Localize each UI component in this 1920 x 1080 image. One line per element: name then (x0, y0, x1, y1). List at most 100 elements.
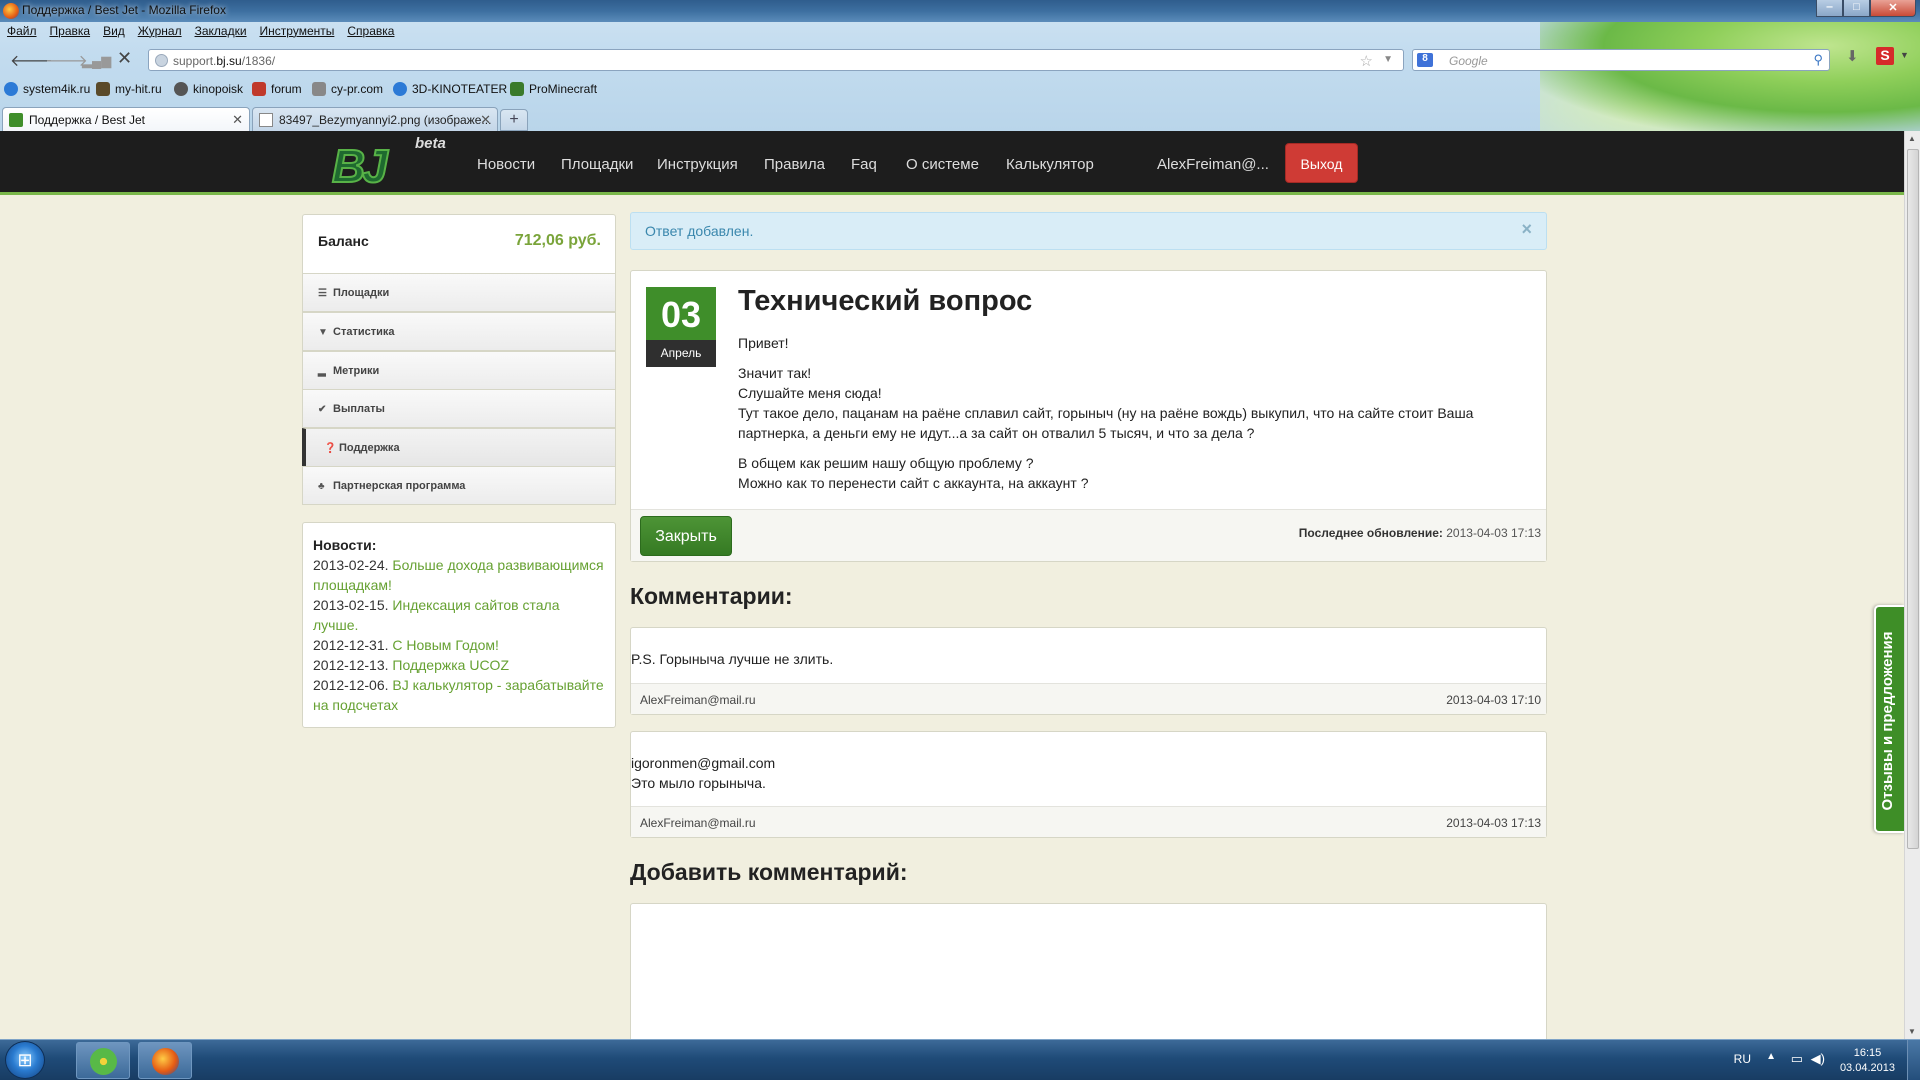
list-icon: ☰ (318, 288, 327, 299)
bookmark-cy-pr[interactable]: cy-pr.com (312, 82, 383, 96)
nav-rules[interactable]: Правила (764, 156, 825, 173)
bj-favicon-icon (9, 113, 23, 127)
logo-mark: BJ (331, 139, 389, 193)
nav-faq[interactable]: Faq (851, 156, 877, 173)
show-desktop-button[interactable] (1907, 1040, 1920, 1080)
feedback-label: Отзывы и предложения (1879, 631, 1896, 811)
news-link[interactable]: С Новым Годом! (392, 637, 499, 653)
bookmark-system4ik[interactable]: system4ik.ru (4, 82, 90, 96)
check-circle-icon: ✔ (318, 404, 327, 415)
ticket-footer: Закрыть Последнее обновление: 2013-04-03… (631, 509, 1546, 561)
sidebar-item-statistics[interactable]: ▼ Статистика (302, 312, 616, 351)
clock[interactable]: 16:15 03.04.2013 (1840, 1046, 1895, 1076)
menu-edit[interactable]: Правка (43, 22, 97, 38)
maximize-button[interactable]: □ (1843, 0, 1870, 17)
stop-icon[interactable]: ✕ (117, 48, 132, 69)
news-item: 2012-12-13. Поддержка UCOZ (313, 657, 509, 673)
google-engine-icon[interactable]: 8 (1417, 53, 1433, 67)
alert-text: Ответ добавлен. (645, 223, 754, 239)
comment-footer: AlexFreiman@mail.ru 2013-04-03 17:10 (631, 683, 1546, 714)
comment-item: igoronmen@gmail.com Это мыло горыныча. Al… (630, 731, 1547, 838)
menu-view[interactable]: Вид (96, 22, 131, 38)
close-alert-icon[interactable]: × (1521, 219, 1532, 240)
menu-tools[interactable]: Инструменты (253, 22, 341, 38)
close-window-button[interactable]: ✕ (1870, 0, 1916, 17)
news-item: 2012-12-31. С Новым Годом! (313, 637, 499, 653)
address-bar[interactable]: support.bj.su/1836/ ☆ ▼ (148, 49, 1404, 71)
network-icon[interactable]: ▭ (1791, 1051, 1803, 1067)
my-hit-favicon-icon (96, 82, 110, 96)
site-logo[interactable]: BJ beta (330, 135, 446, 193)
ticket-title: Технический вопрос (738, 285, 1033, 317)
downloads-icon[interactable]: ⬇ (1846, 47, 1859, 65)
bookmark-prominecraft[interactable]: ProMinecraft (510, 82, 597, 96)
search-placeholder: Google (1449, 54, 1488, 68)
nav-about[interactable]: О системе (906, 156, 979, 173)
bookmark-forum[interactable]: forum (252, 82, 302, 96)
addon-s-icon[interactable]: S (1876, 47, 1894, 65)
toolbar-dropdown-icon[interactable]: ▼ (1900, 50, 1909, 60)
start-button[interactable]: ⊞ (5, 1041, 45, 1079)
page-scrollbar[interactable]: ▲ ▼ (1904, 131, 1920, 1039)
tab-strip: Поддержка / Best Jet ✕ 83497_Bezymyannyi… (0, 107, 1920, 131)
nav-calculator[interactable]: Калькулятор (1006, 156, 1094, 173)
feedback-tab[interactable]: Отзывы и предложения (1874, 605, 1904, 833)
sidebar-item-support[interactable]: ❓ Поддержка (302, 428, 616, 467)
search-icon[interactable]: ⚲ (1813, 52, 1823, 68)
menu-history[interactable]: Журнал (131, 22, 188, 38)
ticket-card: 03 Апрель Технический вопрос Привет! Зна… (630, 270, 1547, 562)
balance-label: Баланс (318, 233, 369, 249)
forum-favicon-icon (252, 82, 266, 96)
menu-bookmarks[interactable]: Закладки (188, 22, 253, 38)
bookmark-kinopoisk[interactable]: kinopoisk (174, 82, 243, 96)
new-tab-button[interactable]: + (500, 109, 528, 131)
language-indicator[interactable]: RU (1734, 1052, 1751, 1066)
prominecraft-favicon-icon (510, 82, 524, 96)
kinopoisk-favicon-icon (174, 82, 188, 96)
browser-chrome: Поддержка / Best Jet - Mozilla Firefox ‒… (0, 0, 1920, 131)
search-bar[interactable]: 8 Google ⚲ (1412, 49, 1830, 71)
scroll-up-icon[interactable]: ▲ (1908, 134, 1916, 143)
comments-heading: Комментарии: (630, 583, 793, 609)
minimize-button[interactable]: ‒ (1816, 0, 1843, 17)
nav-news[interactable]: Новости (477, 156, 535, 173)
menu-help[interactable]: Справка (340, 22, 400, 38)
news-item: 2012-12-06. BJ калькулятор - зарабатывай… (313, 677, 604, 713)
show-hidden-icons-icon[interactable]: ▲ (1766, 1051, 1776, 1062)
firefox-icon (3, 3, 19, 19)
comment-textarea[interactable] (630, 903, 1547, 1039)
sidebar-item-platforms[interactable]: ☰ Площадки (302, 273, 616, 312)
logout-button[interactable]: Выход (1285, 143, 1358, 183)
bookmark-star-icon[interactable]: ☆ (1360, 52, 1373, 70)
volume-icon[interactable]: ◀) (1811, 1051, 1825, 1067)
tab-image[interactable]: 83497_Bezymyannyi2.png (изображе... ✕ (252, 107, 498, 131)
news-item: 2013-02-24. Больше дохода развивающимся … (313, 557, 604, 593)
close-tab-icon[interactable]: ✕ (480, 112, 491, 128)
site-identity-icon[interactable] (155, 54, 168, 67)
date-month: Апрель (646, 340, 716, 367)
url-dropdown-icon[interactable]: ▼ (1383, 54, 1393, 65)
user-menu[interactable]: AlexFreiman@... (1157, 156, 1269, 173)
sidebar-item-payouts[interactable]: ✔ Выплаты (302, 389, 616, 428)
tab-support[interactable]: Поддержка / Best Jet ✕ (2, 107, 250, 131)
url-host: support. (173, 54, 217, 68)
close-tab-icon[interactable]: ✕ (232, 112, 243, 128)
bookmark-3d-kinoteater[interactable]: 3D-KINOTEATER (393, 82, 507, 96)
taskbar-firefox[interactable] (138, 1042, 192, 1079)
comment-time: 2013-04-03 17:10 (1446, 693, 1541, 707)
nav-instructions[interactable]: Инструкция (657, 156, 738, 173)
taskbar-icq[interactable] (76, 1042, 130, 1079)
menu-file[interactable]: Файл (0, 22, 43, 38)
nav-platforms[interactable]: Площадки (561, 156, 633, 173)
sidebar-item-affiliate[interactable]: ♣ Партнерская программа (302, 466, 616, 505)
bookmark-my-hit[interactable]: my-hit.ru (96, 82, 162, 96)
scroll-down-icon[interactable]: ▼ (1908, 1027, 1916, 1036)
comment-text: P.S. Горыныча лучше не злить. (631, 651, 834, 667)
close-ticket-button[interactable]: Закрыть (640, 516, 732, 556)
news-link[interactable]: Поддержка UCOZ (392, 657, 509, 673)
scrollbar-thumb[interactable] (1907, 149, 1919, 849)
url-domain: bj.su (216, 54, 242, 68)
menu-bar: Файл Правка Вид Журнал Закладки Инструменты Сп… (0, 22, 400, 42)
sidebar-item-metrics[interactable]: ▂ Метрики (302, 351, 616, 390)
cy-pr-favicon-icon (312, 82, 326, 96)
